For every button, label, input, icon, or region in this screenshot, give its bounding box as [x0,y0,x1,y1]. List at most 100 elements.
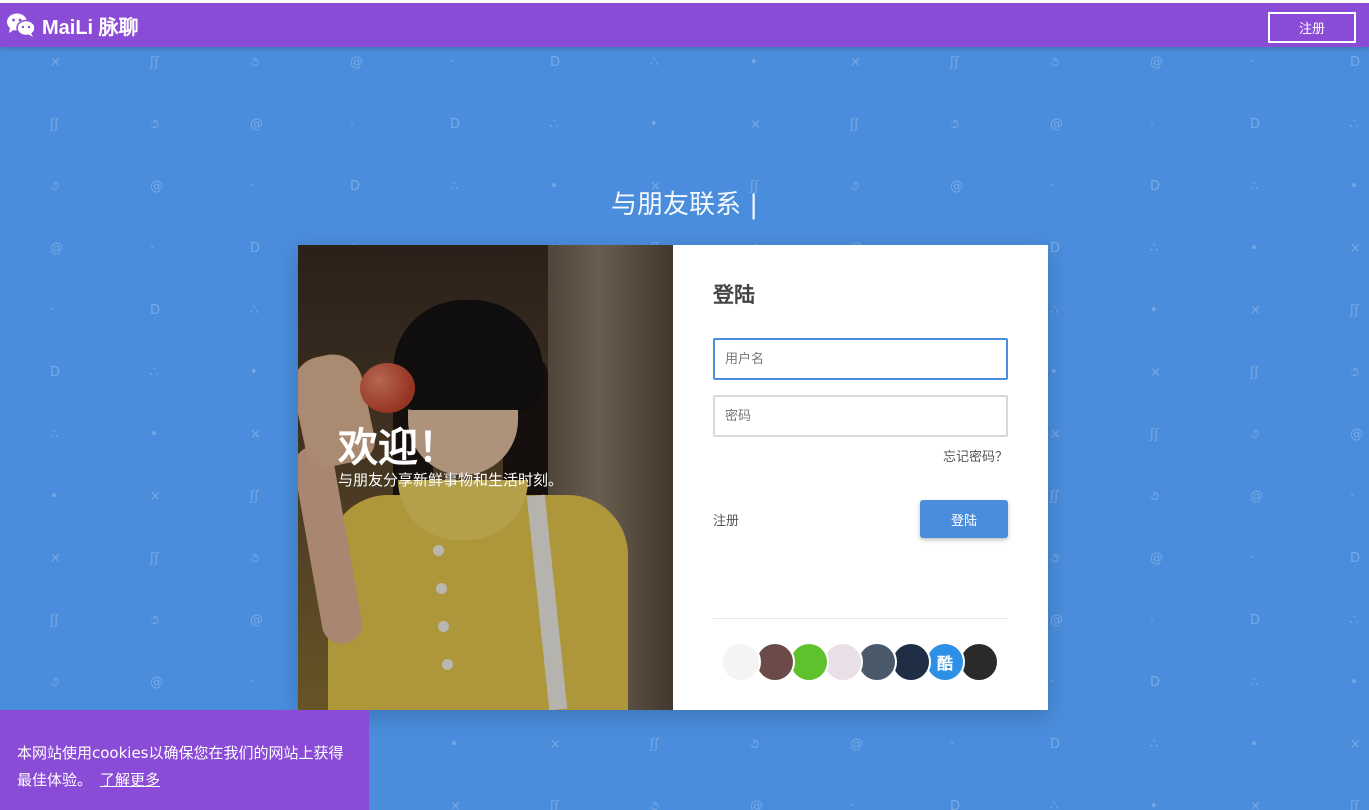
pattern-glyph: ʃʃ [1350,303,1359,318]
register-link[interactable]: 注册 [713,510,739,529]
pattern-glyph: ʃʃ [150,55,159,70]
pattern-glyph: D [1050,241,1061,256]
pattern-glyph: @ [1050,117,1063,132]
pattern-glyph: ∴ [1250,675,1259,690]
pattern-glyph: × [450,799,461,810]
pattern-glyph: ૭ [1350,365,1360,380]
avatar-3[interactable] [789,642,829,682]
pattern-glyph: · [350,117,355,132]
pattern-glyph: ૭ [750,737,760,752]
pattern-glyph: D [150,303,161,318]
pattern-glyph: ૭ [1150,489,1160,504]
pattern-glyph: D [1250,613,1261,628]
avatar-8[interactable] [959,642,999,682]
pattern-glyph: ૭ [1050,551,1060,566]
wechat-icon [7,13,36,37]
pattern-glyph: ʃʃ [250,489,259,504]
pattern-glyph: D [1350,55,1361,70]
pattern-glyph: × [1250,303,1261,318]
pattern-glyph: ૭ [250,551,260,566]
learn-more-link[interactable]: 了解更多 [100,771,160,789]
pattern-glyph: · [950,737,955,752]
password-input[interactable] [713,395,1008,437]
pattern-glyph: × [750,117,761,132]
pattern-glyph: D [250,241,261,256]
pattern-glyph: · [1050,675,1055,690]
avatar-6[interactable] [891,642,931,682]
avatar-5[interactable] [857,642,897,682]
pattern-glyph: · [1350,489,1355,504]
pattern-glyph: @ [850,737,863,752]
avatar-1[interactable] [721,642,761,682]
pattern-glyph: ∴ [1050,799,1059,810]
pattern-glyph: • [150,427,158,442]
pattern-glyph: @ [150,675,163,690]
pattern-glyph: @ [1350,427,1363,442]
pattern-glyph: ʃʃ [850,117,859,132]
pattern-glyph: • [650,117,658,132]
pattern-glyph: · [1150,613,1155,628]
pattern-glyph: ∴ [1350,117,1359,132]
pattern-glyph: ∴ [250,303,259,318]
page-headline: 与朋友联系 | [610,190,759,220]
pattern-glyph: @ [350,55,363,70]
avatar-4[interactable] [823,642,863,682]
brand-name: MaiLi 脉聊 [42,16,139,39]
pattern-glyph: · [250,675,255,690]
pattern-glyph: × [850,55,861,70]
pattern-glyph: • [50,489,58,504]
pattern-glyph: ʃʃ [550,799,559,810]
pattern-glyph: ʃʃ [1150,427,1159,442]
pattern-glyph: ʃʃ [1350,799,1359,810]
pattern-glyph: · [450,55,455,70]
pattern-glyph: @ [250,613,263,628]
pattern-glyph: ∴ [150,365,159,380]
login-form: 登陆 忘记密码？ 注册 登陆 酷 [673,245,1048,710]
pattern-glyph: ∴ [1050,303,1059,318]
pattern-glyph: D [950,799,961,810]
pattern-glyph: ∴ [50,427,59,442]
pattern-glyph: • [450,737,458,752]
pattern-glyph: · [1250,55,1255,70]
forgot-password-link[interactable]: 忘记密码？ [943,446,1008,465]
pattern-glyph: D [1350,551,1361,566]
pattern-glyph: × [1150,365,1161,380]
cookie-message: 本网站使用cookies以确保您在我们的网站上获得最佳体验。 [17,744,344,789]
pattern-glyph: ૭ [250,55,260,70]
pattern-glyph: · [850,799,855,810]
avatar-glyph: 酷 [936,654,953,673]
pattern-glyph: ∴ [1150,737,1159,752]
pattern-glyph: • [1250,241,1258,256]
pattern-glyph: D [50,365,61,380]
pattern-glyph: D [1050,737,1061,752]
pattern-glyph: ∴ [650,55,659,70]
pattern-glyph: • [250,365,258,380]
pattern-glyph: @ [250,117,263,132]
username-input[interactable] [713,338,1008,380]
pattern-glyph: ૭ [1050,55,1060,70]
user-avatars: 酷 [721,642,999,682]
brand[interactable]: MaiLi 脉聊 [6,9,139,41]
pattern-glyph: ૭ [1250,427,1260,442]
avatar-2[interactable] [755,642,795,682]
pattern-glyph: × [1250,799,1261,810]
pattern-glyph: • [1150,799,1158,810]
pattern-glyph: @ [1050,613,1063,628]
login-button[interactable]: 登陆 [920,500,1008,538]
pattern-glyph: ૭ [150,117,160,132]
register-button[interactable]: 注册 [1268,12,1356,43]
pattern-glyph: ʃʃ [650,737,659,752]
pattern-glyph: @ [1150,551,1163,566]
pattern-glyph: · [1150,117,1155,132]
pattern-glyph: × [1350,737,1361,752]
login-card: 欢迎！ 与朋友分享新鲜事物和生活时刻。 登陆 忘记密码？ 注册 登陆 酷 [298,245,1048,710]
pattern-glyph: ʃʃ [50,117,59,132]
pattern-glyph: × [50,551,61,566]
avatar-7[interactable]: 酷 [925,642,965,682]
pattern-glyph: • [1350,675,1358,690]
pattern-glyph: ૭ [50,675,60,690]
hero-photo: 欢迎！ 与朋友分享新鲜事物和生活时刻。 [298,245,673,710]
pattern-glyph: × [550,737,561,752]
pattern-glyph: @ [50,241,63,256]
pattern-glyph: @ [1150,55,1163,70]
